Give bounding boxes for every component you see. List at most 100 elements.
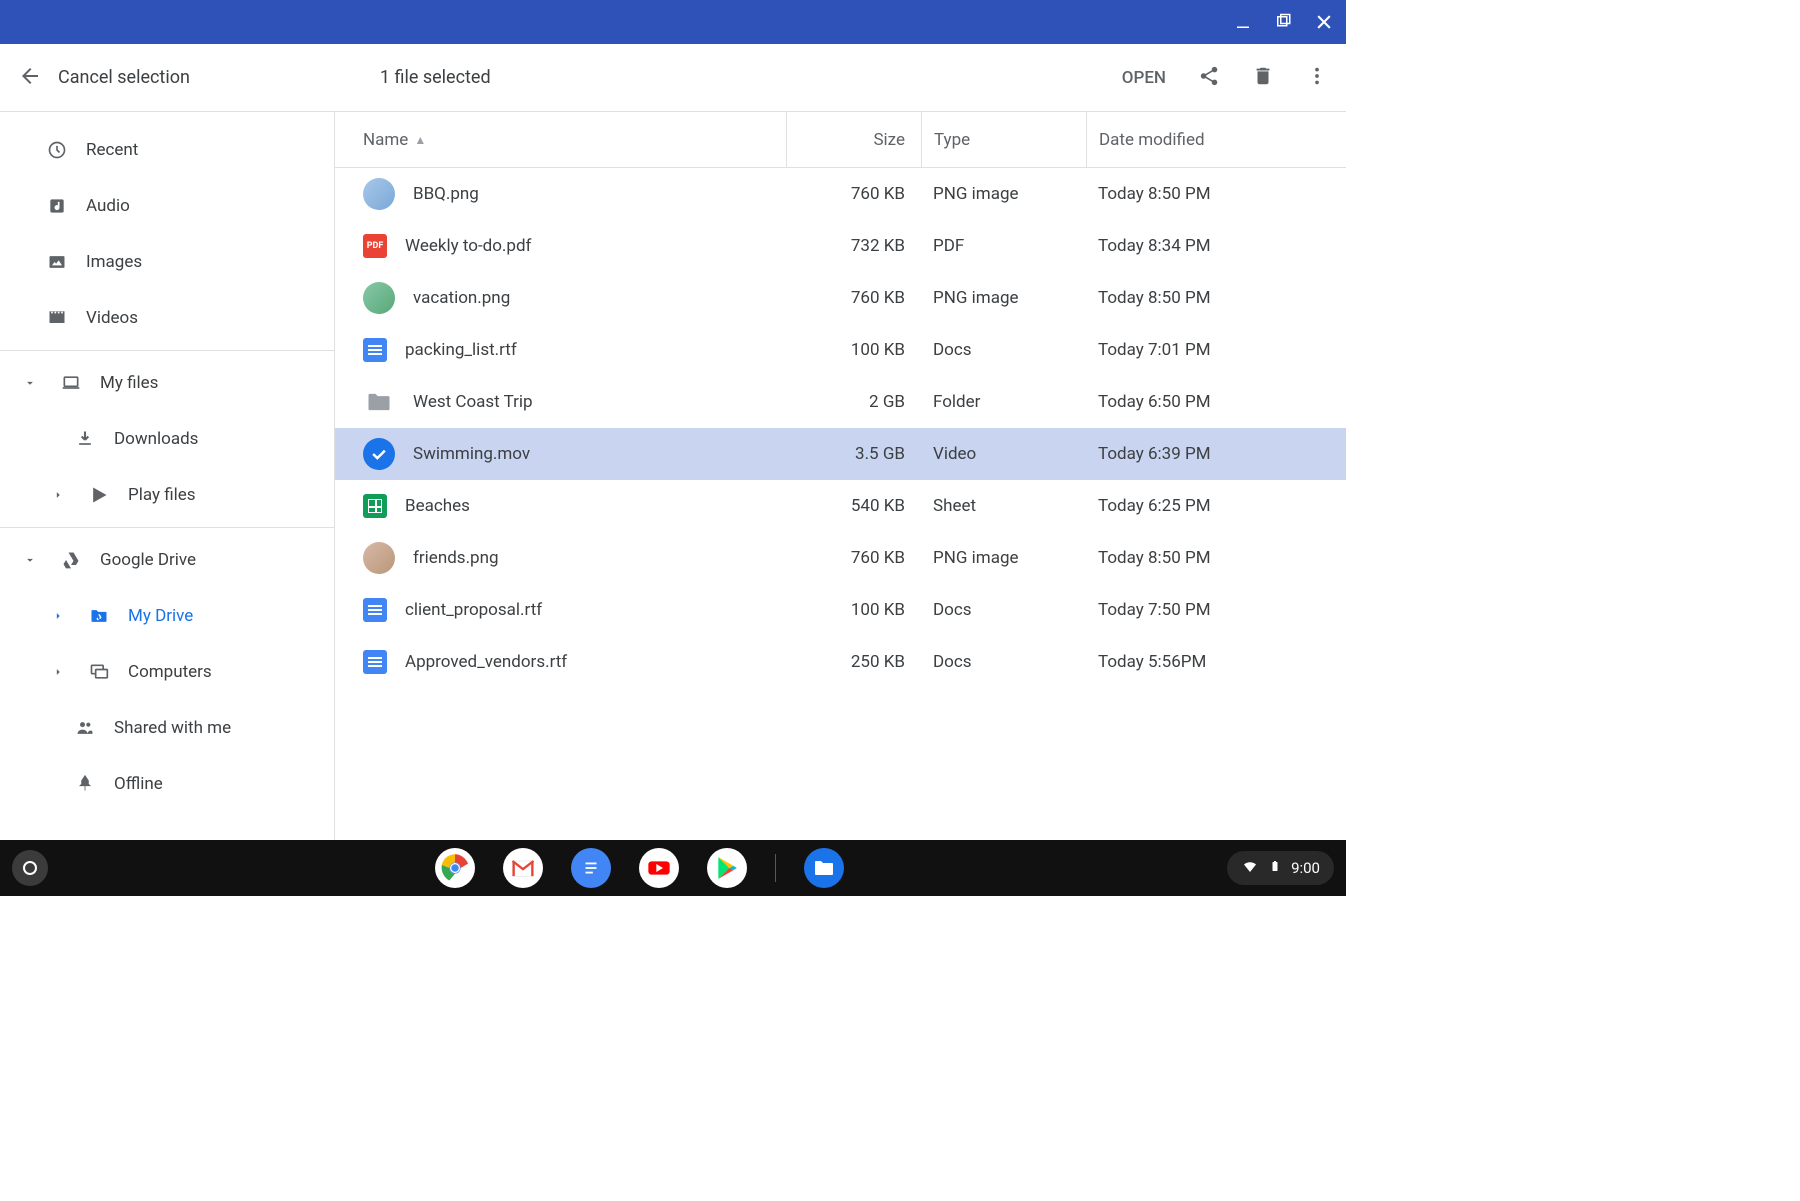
- file-name: client_proposal.rtf: [405, 600, 542, 620]
- sidebar-item-playfiles[interactable]: Play files: [0, 467, 334, 523]
- image-thumbnail-icon: [363, 282, 395, 314]
- docs-icon: [363, 598, 387, 622]
- status-tray[interactable]: 9:00: [1227, 851, 1334, 885]
- file-size: 250 KB: [786, 652, 921, 672]
- close-button[interactable]: [1314, 12, 1334, 32]
- video-icon: [46, 308, 68, 328]
- file-row[interactable]: Beaches540 KBSheetToday 6:25 PM: [335, 480, 1346, 532]
- minimize-button[interactable]: [1234, 13, 1252, 31]
- file-date: Today 5:56PM: [1086, 652, 1346, 672]
- file-row[interactable]: friends.png760 KBPNG imageToday 8:50 PM: [335, 532, 1346, 584]
- file-name: Weekly to-do.pdf: [405, 236, 531, 256]
- sidebar-item-images[interactable]: Images: [0, 234, 334, 290]
- youtube-app-icon[interactable]: [639, 848, 679, 888]
- check-icon: [363, 438, 395, 470]
- play-icon: [88, 485, 110, 505]
- file-row[interactable]: client_proposal.rtf100 KBDocsToday 7:50 …: [335, 584, 1346, 636]
- sidebar-item-myfiles[interactable]: My files: [0, 355, 334, 411]
- docs-icon: [363, 650, 387, 674]
- file-date: Today 8:50 PM: [1086, 288, 1346, 308]
- file-size: 100 KB: [786, 600, 921, 620]
- chrome-app-icon[interactable]: [435, 848, 475, 888]
- file-type: PNG image: [921, 288, 1086, 308]
- drive-folder-icon: [88, 606, 110, 626]
- file-type: PNG image: [921, 184, 1086, 204]
- shelf: 9:00: [0, 840, 1346, 896]
- file-type: Docs: [921, 340, 1086, 360]
- more-options-icon[interactable]: [1306, 65, 1328, 91]
- file-date: Today 8:50 PM: [1086, 184, 1346, 204]
- sidebar-item-offline[interactable]: Offline: [0, 756, 334, 812]
- file-size: 540 KB: [786, 496, 921, 516]
- file-size: 760 KB: [786, 184, 921, 204]
- sort-ascending-icon: ▲: [414, 133, 426, 147]
- window-titlebar: [0, 0, 1346, 44]
- shelf-divider: [775, 854, 776, 882]
- file-date: Today 7:01 PM: [1086, 340, 1346, 360]
- file-name: West Coast Trip: [413, 392, 533, 412]
- sidebar-item-computers[interactable]: Computers: [0, 644, 334, 700]
- sidebar-item-downloads[interactable]: Downloads: [0, 411, 334, 467]
- sidebar-item-videos[interactable]: Videos: [0, 290, 334, 346]
- file-size: 2 GB: [786, 392, 921, 412]
- file-size: 3.5 GB: [786, 444, 921, 464]
- delete-icon[interactable]: [1252, 65, 1274, 91]
- sidebar-item-mydrive[interactable]: My Drive: [0, 588, 334, 644]
- sidebar-item-label: Computers: [128, 662, 212, 682]
- file-size: 100 KB: [786, 340, 921, 360]
- audio-icon: [46, 196, 68, 216]
- pdf-icon: PDF: [363, 234, 387, 258]
- file-size: 760 KB: [786, 548, 921, 568]
- file-date: Today 6:50 PM: [1086, 392, 1346, 412]
- back-arrow-icon[interactable]: [18, 64, 42, 92]
- sidebar-item-label: Images: [86, 252, 142, 272]
- file-date: Today 8:50 PM: [1086, 548, 1346, 568]
- file-row[interactable]: vacation.png760 KBPNG imageToday 8:50 PM: [335, 272, 1346, 324]
- toolbar: Cancel selection 1 file selected OPEN: [0, 44, 1346, 112]
- file-row[interactable]: Approved_vendors.rtf 250 KBDocsToday 5:56…: [335, 636, 1346, 688]
- files-app-icon[interactable]: [804, 848, 844, 888]
- file-row[interactable]: packing_list.rtf 100 KBDocsToday 7:01 PM: [335, 324, 1346, 376]
- launcher-button[interactable]: [12, 850, 48, 886]
- file-name: friends.png: [413, 548, 499, 568]
- file-list-panel: Name ▲ Size Type Date modified BBQ.png 76…: [335, 112, 1346, 840]
- column-header-size[interactable]: Size: [786, 112, 921, 167]
- file-name: Approved_vendors.rtf: [405, 652, 567, 672]
- file-row[interactable]: Swimming.mov3.5 GBVideoToday 6:39 PM: [335, 428, 1346, 480]
- chevron-down-icon: [18, 553, 42, 567]
- open-button[interactable]: OPEN: [1122, 68, 1166, 88]
- gmail-app-icon[interactable]: [503, 848, 543, 888]
- file-row[interactable]: BBQ.png 760 KBPNG imageToday 8:50 PM: [335, 168, 1346, 220]
- sidebar-item-shared[interactable]: Shared with me: [0, 700, 334, 756]
- sidebar-item-label: Audio: [86, 196, 130, 216]
- sidebar-item-label: Google Drive: [100, 550, 196, 570]
- file-type: Folder: [921, 392, 1086, 412]
- file-date: Today 8:34 PM: [1086, 236, 1346, 256]
- column-header-type[interactable]: Type: [921, 112, 1086, 167]
- playstore-app-icon[interactable]: [707, 848, 747, 888]
- docs-icon: [363, 338, 387, 362]
- docs-app-icon[interactable]: [571, 848, 611, 888]
- column-header-name[interactable]: Name ▲: [335, 130, 786, 150]
- file-name: Swimming.mov: [413, 444, 530, 464]
- sidebar-item-label: Offline: [114, 774, 163, 794]
- share-icon[interactable]: [1198, 65, 1220, 91]
- chevron-down-icon: [18, 376, 42, 390]
- divider: [0, 527, 334, 528]
- selection-count-label: 1 file selected: [380, 67, 491, 88]
- file-name: BBQ.png: [413, 184, 479, 204]
- cancel-selection-button[interactable]: Cancel selection: [58, 67, 190, 88]
- file-date: Today 6:39 PM: [1086, 444, 1346, 464]
- file-row[interactable]: West Coast Trip 2 GBFolderToday 6:50 PM: [335, 376, 1346, 428]
- file-size: 732 KB: [786, 236, 921, 256]
- file-type: PDF: [921, 236, 1086, 256]
- sidebar-item-googledrive[interactable]: Google Drive: [0, 532, 334, 588]
- sidebar-item-audio[interactable]: Audio: [0, 178, 334, 234]
- sidebar-item-recent[interactable]: Recent: [0, 122, 334, 178]
- maximize-button[interactable]: [1274, 13, 1292, 31]
- column-header-date[interactable]: Date modified: [1086, 112, 1346, 167]
- file-row[interactable]: PDFWeekly to-do.pdf732 KBPDFToday 8:34 P…: [335, 220, 1346, 272]
- sidebar-item-label: Play files: [128, 485, 196, 505]
- file-name: packing_list.rtf: [405, 340, 517, 360]
- file-type: Docs: [921, 652, 1086, 672]
